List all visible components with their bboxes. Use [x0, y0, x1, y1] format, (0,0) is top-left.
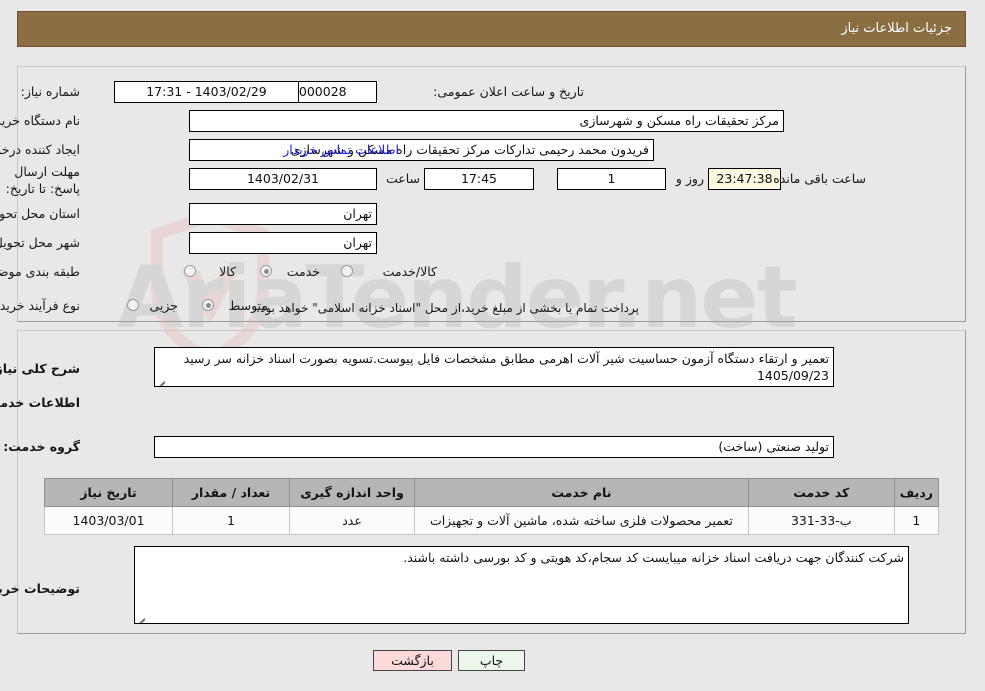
buyer-notes-label: توضیحات خریدار:	[0, 581, 81, 596]
radio-process-motevaset[interactable]	[203, 299, 215, 311]
back-button[interactable]: بازگشت	[374, 650, 453, 671]
radio-category-khedmat[interactable]	[261, 265, 273, 277]
deadline-date-value: 1403/02/31	[190, 168, 378, 190]
province-label: استان محل تحویل:	[0, 206, 81, 221]
province-value: تهران	[190, 203, 378, 225]
city-label: شهر محل تحویل:	[0, 235, 81, 250]
page-title: جزئیات اطلاعات نیاز	[842, 21, 953, 36]
announce-datetime-value: 1403/02/29 - 17:31	[115, 81, 300, 103]
remaining-time-label: ساعت باقی مانده	[774, 171, 867, 186]
th-service-code: کد خدمت	[748, 478, 896, 507]
requester-label: ایجاد کننده درخواست:	[0, 142, 81, 157]
radio-category-kala[interactable]	[185, 265, 197, 277]
description-value: تعمیر و ارتقاء دستگاه آزمون حساسیت شیر آ…	[184, 351, 830, 383]
radio-category-kala-khedmat-label: کالا/خدمت	[383, 264, 438, 279]
th-service-name: نام خدمت	[415, 478, 750, 507]
description-label: شرح کلی نیاز:	[0, 361, 81, 376]
remaining-time-value: 23:47:38	[709, 168, 782, 190]
cell-quantity: 1	[173, 506, 291, 535]
table-row: 1 ب-33-331 تعمیر محصولات فلزی ساخته شده،…	[44, 506, 941, 535]
category-label: طبقه بندی موضوعی:	[0, 264, 81, 279]
process-type-label: نوع فرآیند خرید :	[0, 298, 81, 313]
cell-need-date: 1403/03/01	[44, 506, 175, 535]
service-group-label: گروه خدمت:	[4, 439, 81, 454]
remaining-days-value: 1	[558, 168, 667, 190]
announce-datetime-label: تاریخ و ساعت اعلان عمومی:	[434, 84, 585, 99]
radio-process-jozii-label: جزیی	[150, 298, 179, 313]
need-summary-panel	[18, 66, 967, 322]
deadline-hour-value: 17:45	[425, 168, 535, 190]
buyer-notes-value: شرکت کنندگان جهت دریافت اسناد خزانه میبا…	[404, 550, 905, 565]
th-need-date: تاریخ نیاز	[44, 478, 175, 507]
buyer-notes-textarea[interactable]: شرکت کنندگان جهت دریافت اسناد خزانه میبا…	[135, 546, 910, 624]
resize-grip-icon[interactable]	[158, 376, 168, 386]
deadline-label: مهلت ارسال پاسخ: تا تاریخ:	[6, 163, 81, 197]
services-section-title: اطلاعات خدمات مورد نیاز	[0, 395, 81, 410]
radio-category-kala-label: کالا	[220, 264, 237, 279]
deadline-label-text: مهلت ارسال پاسخ: تا تاریخ:	[6, 164, 81, 196]
service-group-value: تولید صنعتی (ساخت)	[155, 436, 835, 458]
deadline-hour-label: ساعت	[386, 171, 421, 186]
print-button[interactable]: چاپ	[459, 650, 526, 671]
cell-row-no: 1	[894, 506, 941, 535]
th-quantity: تعداد / مقدار	[173, 478, 291, 507]
th-unit: واحد اندازه گیری	[289, 478, 417, 507]
buyer-org-value: مرکز تحقیقات راه مسکن و شهرسازی	[190, 110, 785, 132]
page-header-bar: جزئیات اطلاعات نیاز	[18, 11, 967, 47]
requester-value: فریدون محمد رحیمی تدارکات مرکز تحقیقات ر…	[190, 139, 655, 161]
buyer-org-label: نام دستگاه خریدار:	[0, 113, 81, 128]
cell-unit: عدد	[289, 506, 417, 535]
need-number-label: شماره نیاز:	[21, 84, 81, 99]
city-value: تهران	[190, 232, 378, 254]
th-row-no: ردیف	[894, 478, 941, 507]
cell-service-code: ب-33-331	[748, 506, 896, 535]
remaining-days-label: روز و	[676, 171, 705, 186]
resize-grip-icon[interactable]	[138, 613, 148, 623]
table-header-row: ردیف کد خدمت نام خدمت واحد اندازه گیری ت…	[44, 478, 941, 507]
payment-note: پرداخت تمام یا بخشی از مبلغ خرید،از محل …	[257, 301, 640, 315]
radio-process-jozii[interactable]	[128, 299, 140, 311]
radio-category-khedmat-label: خدمت	[287, 264, 321, 279]
description-textarea[interactable]: تعمیر و ارتقاء دستگاه آزمون حساسیت شیر آ…	[155, 347, 835, 387]
services-table: ردیف کد خدمت نام خدمت واحد اندازه گیری ت…	[44, 478, 941, 535]
buyer-contact-link[interactable]: اطلاعات تماس خریدار	[284, 139, 400, 161]
cell-service-name: تعمیر محصولات فلزی ساخته شده، ماشین آلات…	[415, 506, 750, 535]
radio-category-kala-khedmat[interactable]	[342, 265, 354, 277]
